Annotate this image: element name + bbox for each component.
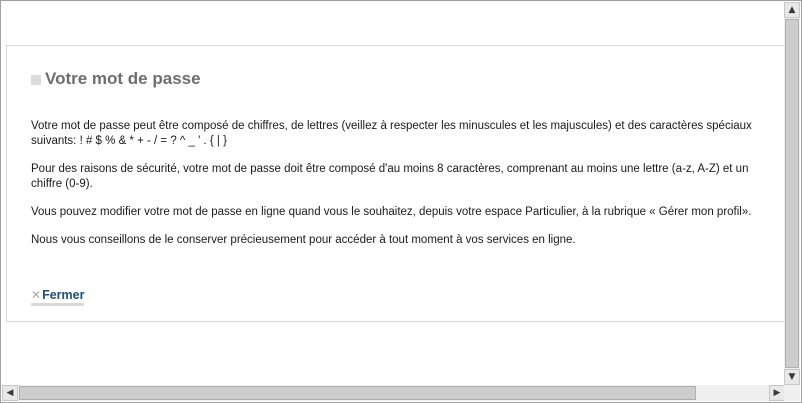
close-label: Fermer [42,288,85,302]
title-bullet-icon [31,74,41,85]
browser-viewport: Votre mot de passe Votre mot de passe pe… [0,0,802,403]
scroll-right-button[interactable]: ▶ [769,385,785,401]
title-row: Votre mot de passe [31,69,201,89]
paragraph-keep-safe: Nous vous conseillons de le conserver pr… [31,234,576,246]
scroll-left-button[interactable]: ◀ [2,385,18,401]
arrow-left-icon: ◀ [6,388,14,398]
panel-body: Votre mot de passe peut être composé de … [31,119,765,261]
horizontal-scrollbar[interactable]: ◀ ▶ [2,385,785,401]
vertical-scrollbar[interactable]: ▲ ▼ [784,2,800,385]
paragraph-allowed-characters: Votre mot de passe peut être composé de … [31,120,752,147]
vertical-scroll-thumb[interactable] [785,19,799,368]
panel-title: Votre mot de passe [45,69,201,88]
close-icon: ✕ [31,288,42,302]
scrollbar-corner [784,385,800,401]
horizontal-scroll-thumb[interactable] [19,386,696,400]
arrow-right-icon: ▶ [773,388,781,398]
arrow-up-icon: ▲ [788,5,796,15]
password-info-panel: Votre mot de passe Votre mot de passe pe… [6,45,786,322]
arrow-down-icon: ▼ [788,372,796,382]
scroll-up-button[interactable]: ▲ [784,2,800,18]
paragraph-security-rules: Pour des raisons de sécurité, votre mot … [31,163,749,190]
paragraph-modify-online: Vous pouvez modifier votre mot de passe … [31,206,752,218]
scroll-down-button[interactable]: ▼ [784,369,800,385]
close-button[interactable]: ✕ Fermer [31,288,85,306]
